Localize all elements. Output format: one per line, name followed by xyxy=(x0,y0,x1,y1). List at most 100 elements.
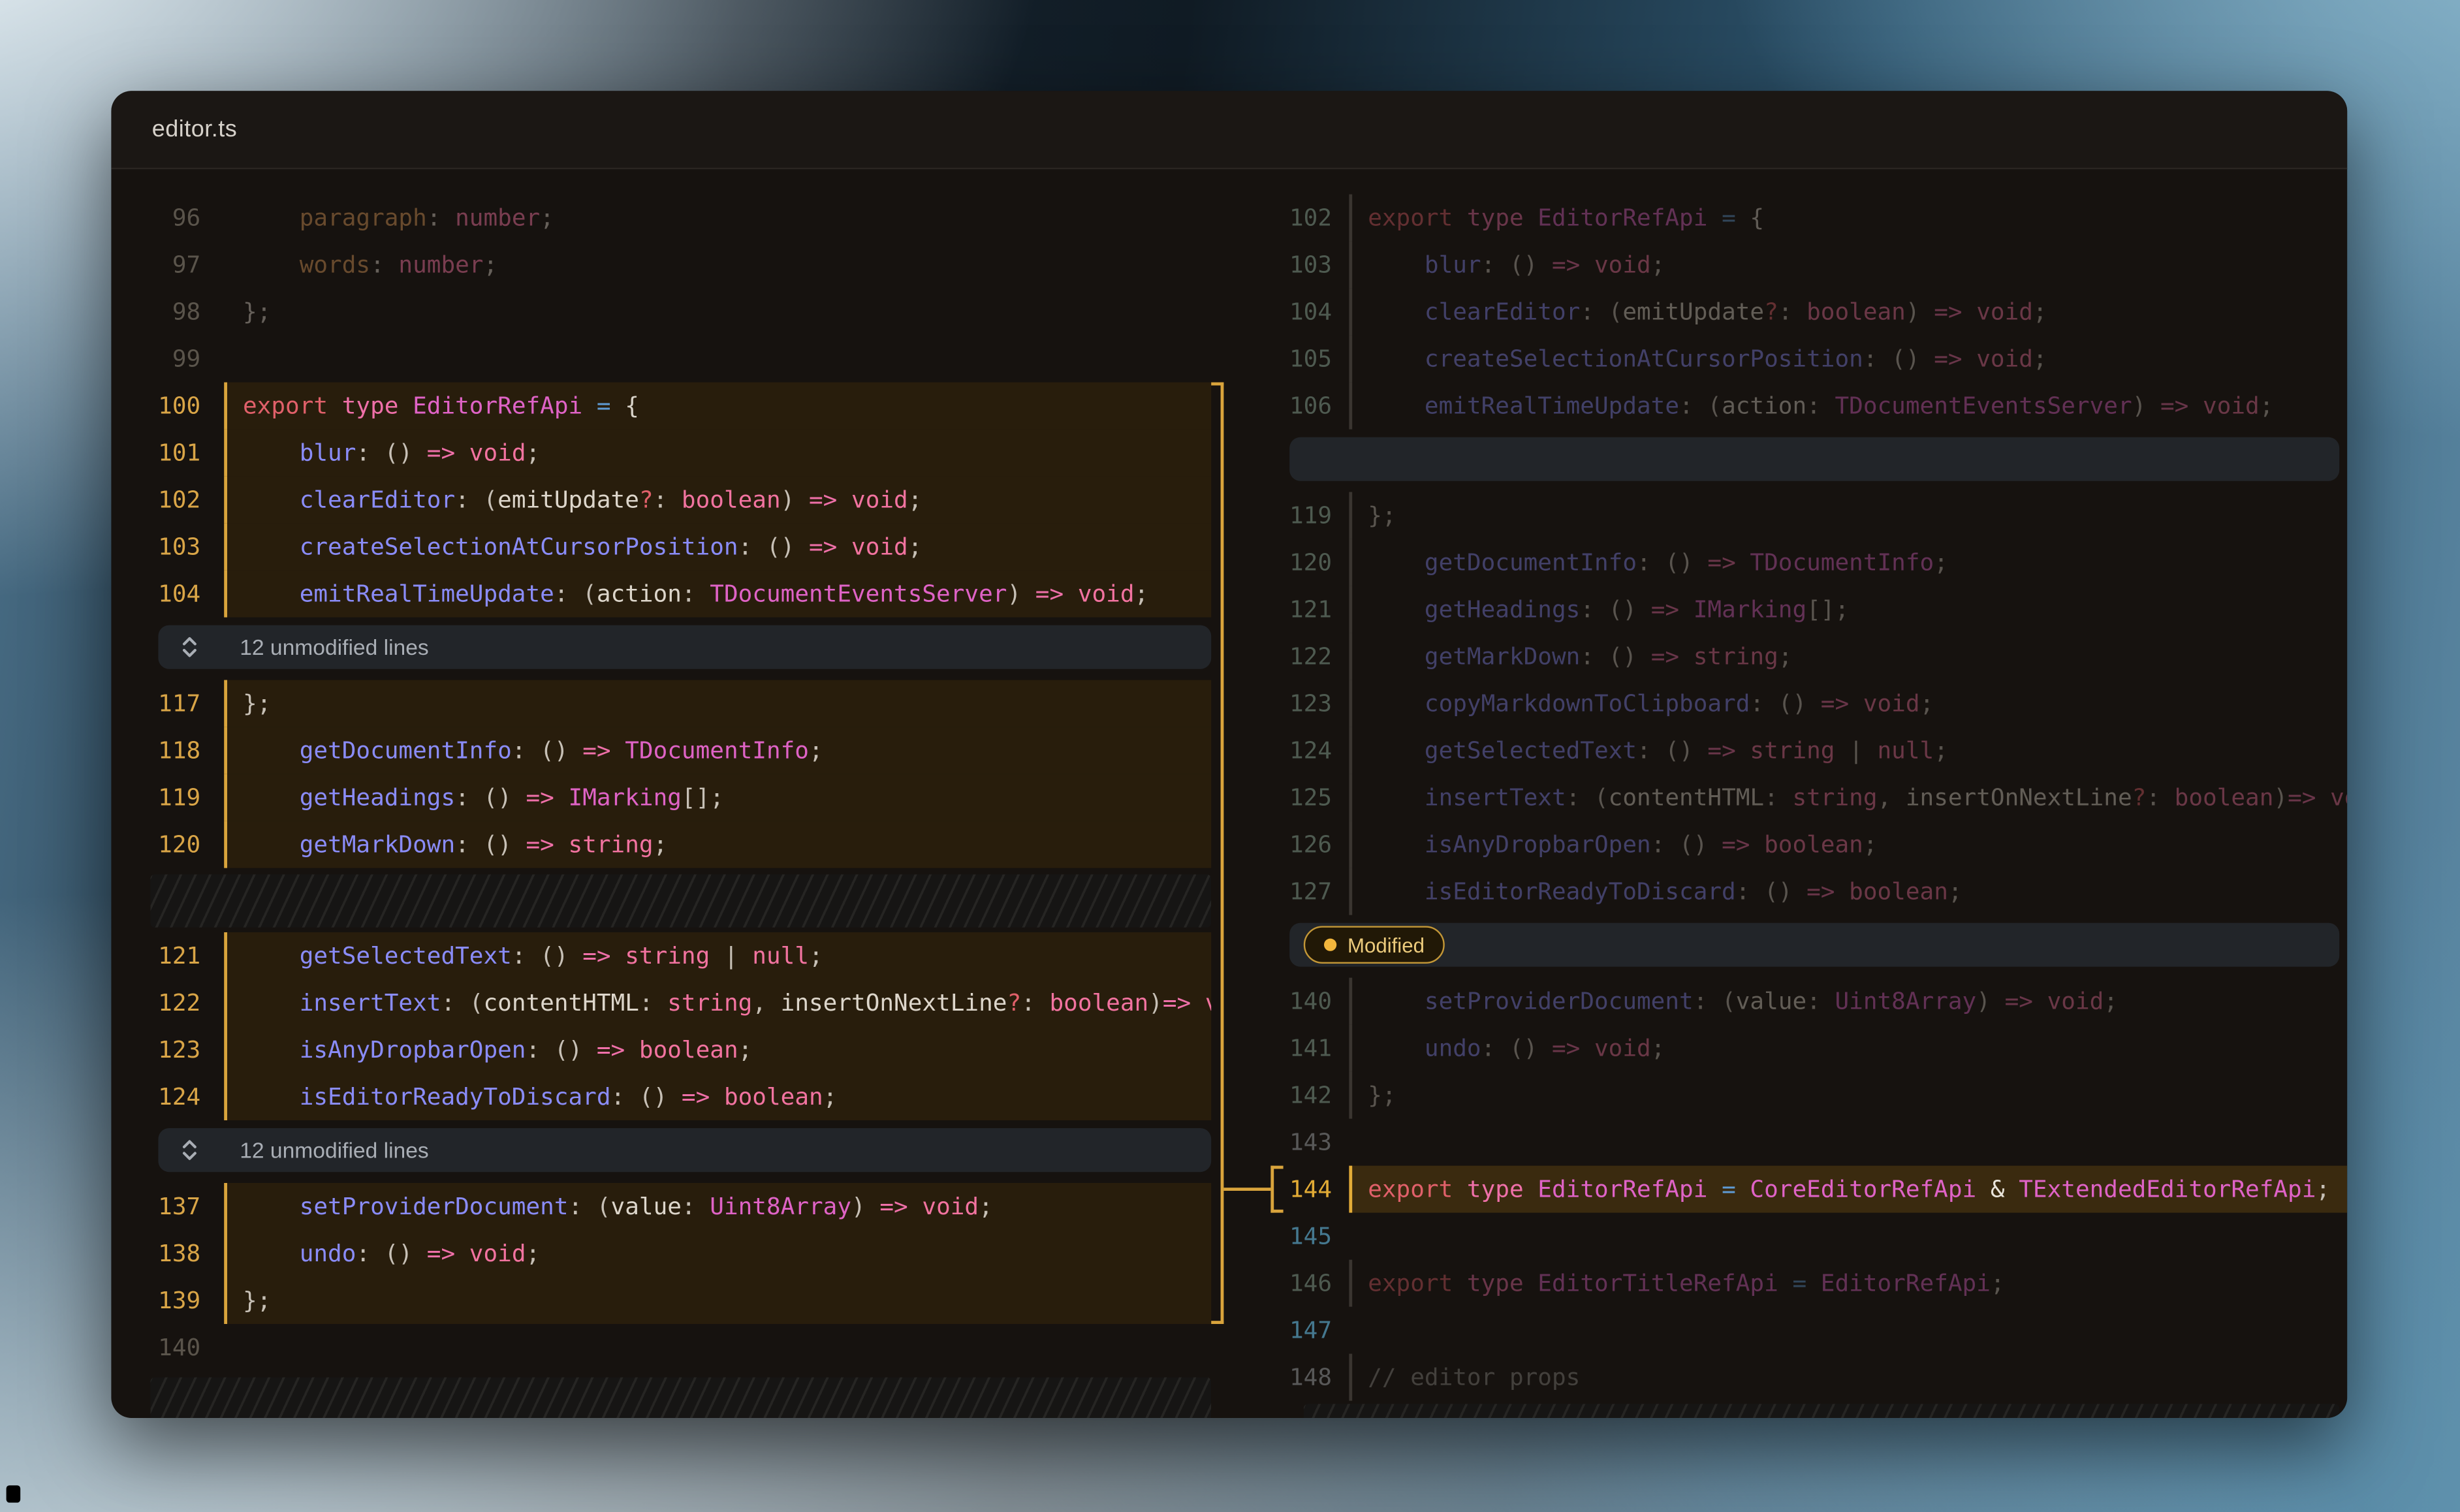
code-line-106: 106 emitRealTimeUpdate: (action: TDocume… xyxy=(1242,383,2347,430)
code-line-119: 119 getHeadings: () => IMarking[]; xyxy=(111,774,1227,821)
line-number: 138 xyxy=(111,1239,200,1267)
collapsed-lines-bar-empty[interactable] xyxy=(1289,437,2339,481)
code-line-122: 122 insertText: (contentHTML: string, in… xyxy=(111,979,1227,1026)
code-line-125: 125 insertText: (contentHTML: string, in… xyxy=(1242,774,2347,821)
line-content: clearEditor: (emitUpdate?: boolean) => v… xyxy=(1349,289,2347,336)
cursor-artifact xyxy=(7,1485,21,1502)
line-number: 105 xyxy=(1242,345,1332,373)
modified-badge: Modified xyxy=(1304,926,1445,964)
diff-pane-old: 96 paragraph: number;97 words: number;98… xyxy=(111,168,1227,1418)
line-number: 127 xyxy=(1242,877,1332,906)
line-number: 97 xyxy=(111,251,200,279)
line-number: 143 xyxy=(1242,1128,1332,1156)
line-content: createSelectionAtCursorPosition: () => v… xyxy=(1349,336,2347,383)
collapsed-lines-label: 12 unmodified lines xyxy=(240,1137,429,1162)
change-block-bracket-left xyxy=(1211,383,1223,1324)
code-line-102: 102export type EditorRefApi = { xyxy=(1242,195,2347,242)
diff-panes: 96 paragraph: number;97 words: number;98… xyxy=(111,168,2347,1418)
line-number: 98 xyxy=(111,298,200,326)
line-content: getHeadings: () => IMarking[]; xyxy=(224,774,1211,821)
code-line-139: 139}; xyxy=(111,1277,1227,1324)
line-content: getDocumentInfo: () => TDocumentInfo; xyxy=(1349,539,2347,586)
line-content: export type EditorTitleRefApi = EditorRe… xyxy=(1349,1260,2347,1307)
code-line-103: 103 blur: () => void; xyxy=(1242,242,2347,289)
line-number: 137 xyxy=(111,1192,200,1220)
line-number: 121 xyxy=(1242,595,1332,623)
screen: editor.ts 96 paragraph: number;97 words:… xyxy=(0,0,2460,1512)
line-number: 139 xyxy=(111,1286,200,1314)
code-line-141: 141 undo: () => void; xyxy=(1242,1025,2347,1072)
code-line-122: 122 getMarkDown: () => string; xyxy=(1242,633,2347,680)
line-number: 124 xyxy=(1242,736,1332,764)
code-line-146: 146 export type EditorTitleRefApi = Edito… xyxy=(1242,1260,2347,1307)
line-number: 106 xyxy=(1242,392,1332,420)
code-line-120: 120 getMarkDown: () => string; xyxy=(111,821,1227,868)
line-number: 145 xyxy=(1242,1222,1332,1250)
line-number: 146 xyxy=(1242,1269,1332,1297)
line-number: 123 xyxy=(111,1035,200,1063)
collapsed-lines-bar[interactable]: 12 unmodified lines xyxy=(158,1128,1211,1172)
line-content: setProviderDocument: (value: Uint8Array)… xyxy=(1349,978,2347,1025)
line-content: clearEditor: (emitUpdate?: boolean) => v… xyxy=(224,477,1211,524)
line-content: blur: () => void; xyxy=(1349,242,2347,289)
line-content: isEditorReadyToDiscard: () => boolean; xyxy=(224,1073,1211,1120)
unfold-icon xyxy=(180,636,199,658)
line-content: export type EditorRefApi = CoreEditorRef… xyxy=(1349,1166,2347,1213)
modified-label: Modified xyxy=(1348,933,1425,956)
line-number: 140 xyxy=(111,1333,200,1361)
line-content: getSelectedText: () => string | null; xyxy=(224,932,1211,979)
line-number: 100 xyxy=(111,392,200,420)
line-content: paragraph: number; xyxy=(224,195,1211,242)
change-block-bracket-right xyxy=(1270,1166,1283,1213)
line-number: 126 xyxy=(1242,830,1332,858)
code-line-124: 124 isEditorReadyToDiscard: () => boolea… xyxy=(111,1073,1227,1120)
line-number: 147 xyxy=(1242,1316,1332,1344)
code-line-97: 97 words: number; xyxy=(111,242,1227,289)
code-line-123: 123 isAnyDropbarOpen: () => boolean; xyxy=(111,1026,1227,1073)
line-content: }; xyxy=(224,289,1211,336)
code-line-127: 127 isEditorReadyToDiscard: () => boolea… xyxy=(1242,868,2347,915)
code-line-104: 104 clearEditor: (emitUpdate?: boolean) … xyxy=(1242,289,2347,336)
code-line-99: 99 xyxy=(111,336,1227,383)
line-content: undo: () => void; xyxy=(224,1230,1211,1277)
line-number: 140 xyxy=(1242,987,1332,1015)
line-number: 121 xyxy=(111,941,200,969)
line-number: 103 xyxy=(1242,251,1332,279)
line-number: 148 xyxy=(1242,1363,1332,1391)
code-line-117: 117}; xyxy=(111,680,1227,727)
line-content xyxy=(1349,1213,2347,1260)
line-content: copyMarkdownToClipboard: () => void; xyxy=(1349,680,2347,727)
line-number: 96 xyxy=(111,204,200,232)
code-line-121: 121 getSelectedText: () => string | null… xyxy=(111,932,1227,979)
line-content: words: number; xyxy=(224,242,1211,289)
line-number: 104 xyxy=(1242,298,1332,326)
line-number: 102 xyxy=(1242,204,1332,232)
line-content: isAnyDropbarOpen: () => boolean; xyxy=(224,1026,1211,1073)
code-line-123: 123 copyMarkdownToClipboard: () => void; xyxy=(1242,680,2347,727)
line-number: 122 xyxy=(111,988,200,1016)
unchanged-gap-hatch xyxy=(150,1378,1211,1418)
line-content xyxy=(1349,1119,2347,1166)
code-line-118: 118 getDocumentInfo: () => TDocumentInfo… xyxy=(111,727,1227,774)
code-line-137: 137 setProviderDocument: (value: Uint8Ar… xyxy=(111,1183,1227,1230)
modified-section-bar[interactable]: Modified xyxy=(1289,923,2339,967)
line-number: 142 xyxy=(1242,1081,1332,1109)
code-line-119: 119}; xyxy=(1242,492,2347,539)
line-number: 99 xyxy=(111,345,200,373)
line-number: 122 xyxy=(1242,642,1332,670)
line-number: 141 xyxy=(1242,1034,1332,1062)
code-line-142: 142}; xyxy=(1242,1072,2347,1119)
line-content: undo: () => void; xyxy=(1349,1025,2347,1072)
line-number: 124 xyxy=(111,1082,200,1110)
line-content: getDocumentInfo: () => TDocumentInfo; xyxy=(224,727,1211,774)
code-line-98: 98}; xyxy=(111,289,1227,336)
code-line-144: 144export type EditorRefApi = CoreEditor… xyxy=(1242,1166,2347,1213)
code-line-148: 148// editor props xyxy=(1242,1354,2347,1401)
line-content: setProviderDocument: (value: Uint8Array)… xyxy=(224,1183,1211,1230)
code-line-100: 100export type EditorRefApi = { xyxy=(111,383,1227,430)
change-block-connector xyxy=(1223,1188,1270,1191)
collapsed-lines-bar[interactable]: 12 unmodified lines xyxy=(158,625,1211,669)
line-number: 103 xyxy=(111,533,200,561)
diff-pane-new: 102export type EditorRefApi = {103 blur:… xyxy=(1242,168,2347,1418)
line-number: 101 xyxy=(111,439,200,467)
